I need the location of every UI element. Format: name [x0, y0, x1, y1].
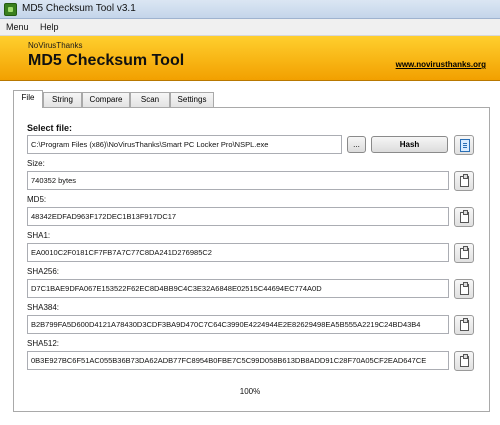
website-link[interactable]: www.novirusthanks.org	[396, 60, 486, 69]
sha384-value[interactable]: B2B799FA5D600D4121A78430D3CDF3BA9D470C7C…	[27, 315, 449, 334]
sha1-label: SHA1:	[27, 231, 51, 240]
title-bar: MD5 Checksum Tool v3.1	[0, 0, 500, 19]
hash-button[interactable]: Hash	[371, 136, 448, 153]
sha384-label: SHA384:	[27, 303, 60, 312]
size-label: Size:	[27, 159, 45, 168]
clipboard-icon	[460, 318, 469, 331]
clipboard-icon	[460, 174, 469, 187]
brand-name: NoVirusThanks	[28, 41, 83, 50]
size-value[interactable]: 740352 bytes	[27, 171, 449, 190]
window-title: MD5 Checksum Tool v3.1	[22, 3, 136, 14]
header-banner: NoVirusThanks MD5 Checksum Tool www.novi…	[0, 36, 500, 81]
sha1-value[interactable]: EA0010C2F0181CF7FB7A7C77C8DA241D276985C2	[27, 243, 449, 262]
sha256-value[interactable]: D7C1BAE9DFA067E153522F62EC8D4BB9C4C3E32A…	[27, 279, 449, 298]
tab-compare[interactable]: Compare	[82, 92, 130, 107]
sha512-value[interactable]: 0B3E927BC6F51AC055B36B73DA62ADB77FC8954B…	[27, 351, 449, 370]
copy-size-button[interactable]	[454, 171, 474, 191]
app-heading: MD5 Checksum Tool	[28, 52, 185, 69]
md5-value[interactable]: 48342EDFAD963F172DEC1B13F917DC17	[27, 207, 449, 226]
select-file-label: Select file:	[27, 123, 73, 133]
app-icon	[4, 3, 17, 16]
sha512-label: SHA512:	[27, 339, 60, 348]
tab-string[interactable]: String	[43, 92, 82, 107]
clipboard-icon	[460, 282, 469, 295]
menu-item-menu[interactable]: Menu	[6, 22, 29, 32]
copy-sha512-button[interactable]	[454, 351, 474, 371]
copy-sha1-button[interactable]	[454, 243, 474, 263]
menu-bar: Menu Help	[0, 19, 500, 36]
progress-text: 100%	[239, 387, 261, 396]
document-icon	[460, 139, 470, 152]
copy-md5-button[interactable]	[454, 207, 474, 227]
copy-sha256-button[interactable]	[454, 279, 474, 299]
sha256-label: SHA256:	[27, 267, 60, 276]
md5-label: MD5:	[27, 195, 47, 204]
tab-file[interactable]: File	[13, 90, 43, 108]
open-file-button[interactable]	[454, 135, 474, 155]
clipboard-icon	[460, 210, 469, 223]
menu-item-help[interactable]: Help	[40, 22, 59, 32]
browse-button[interactable]: ...	[347, 136, 366, 153]
clipboard-icon	[460, 354, 469, 367]
clipboard-icon	[460, 246, 469, 259]
tab-settings[interactable]: Settings	[170, 92, 214, 107]
copy-sha384-button[interactable]	[454, 315, 474, 335]
file-path-input[interactable]: C:\Program Files (x86)\NoVirusThanks\Sma…	[27, 135, 342, 154]
tab-scan[interactable]: Scan	[130, 92, 170, 107]
